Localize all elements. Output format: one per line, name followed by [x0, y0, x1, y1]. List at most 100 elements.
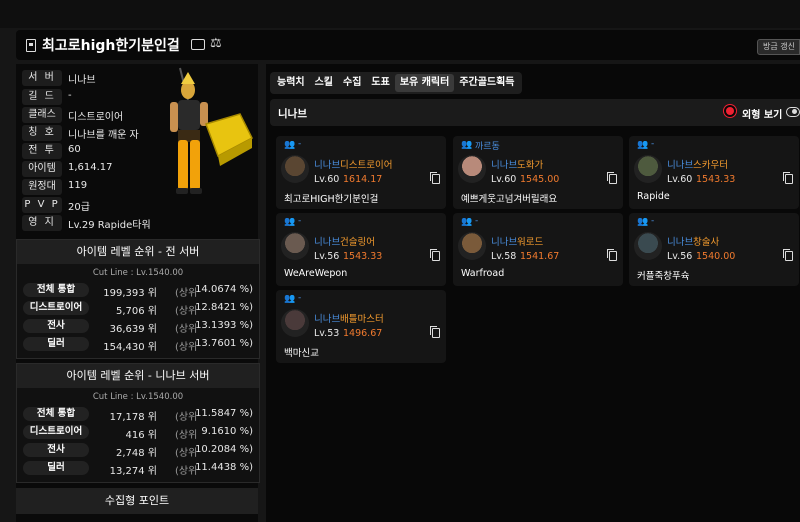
refresh-button[interactable]: 방금 갱신 [757, 39, 800, 55]
info-label: 칭 호 [22, 125, 62, 141]
character-nickname: 커플죽창푸슉 [637, 271, 690, 282]
character-class: 창술사 [693, 237, 720, 248]
tab-weekly-gold[interactable]: 주간골드획득 [454, 72, 519, 94]
tab-characters[interactable]: 보유 캐릭터 [394, 74, 455, 92]
character-server: 니나브 [491, 160, 518, 171]
group-icon: 👥 [637, 140, 649, 150]
rank-row: 딜러 154,430 위 (상위 13.7601 %) [17, 337, 259, 353]
character-level: Lv.60 [667, 174, 693, 185]
rank-prefix: (상위 [175, 448, 198, 459]
copy-icon[interactable] [607, 249, 617, 261]
group-name: 까르동 [475, 142, 500, 152]
character-card[interactable]: 👥 - 니나브 스카우터 Lv.60 1543.33 Rapide [629, 136, 799, 209]
character-server: 니나브 [491, 237, 518, 248]
rank-prefix: (상위 [175, 466, 198, 477]
info-value: 디스트로이어 [68, 112, 124, 123]
rank-label: 전체 통합 [23, 283, 89, 297]
character-class: 배틀마스터 [340, 314, 384, 325]
copy-icon[interactable] [430, 326, 440, 338]
toggle-icon[interactable] [786, 107, 800, 117]
top-bar [0, 0, 800, 28]
rank-percent: 11.5847 %) [195, 408, 253, 419]
character-class: 건슬링어 [340, 237, 375, 248]
tab-charts[interactable]: 도표 [366, 72, 394, 94]
rank-percent: 9.1610 %) [201, 426, 253, 437]
rank-row: 전사 2,748 위 (상위 10.2084 %) [17, 443, 259, 459]
server-section-header: 니나브 외형 보기 [270, 99, 800, 126]
character-nickname: 백마신교 [284, 348, 319, 359]
rank-all-servers: 아이템 레벨 순위 - 전 서버 Cut Line : Lv.1540.00 전… [16, 239, 260, 359]
rank-prefix: (상위 [175, 342, 198, 353]
group-name: - [651, 139, 655, 149]
rank-row: 딜러 13,274 위 (상위 11.4438 %) [17, 461, 259, 477]
rank-percent: 13.7601 %) [195, 338, 253, 349]
rank-label: 전체 통합 [23, 407, 89, 421]
info-value: 니나브를 깨운 자 [68, 130, 139, 141]
character-item-level: 1545.00 [520, 174, 560, 185]
character-item-level: 1496.67 [343, 328, 383, 339]
character-avatar [634, 155, 662, 183]
copy-icon[interactable] [783, 249, 793, 261]
character-item-level: 1541.67 [520, 251, 560, 262]
rank-number: 5,706 위 [115, 306, 157, 317]
tab-skills[interactable]: 스킬 [310, 72, 338, 94]
character-item-level: 1540.00 [696, 251, 736, 262]
group-icon: 👥 [637, 217, 649, 227]
group-icon: 👥 [284, 140, 296, 150]
group-name: - [475, 216, 479, 226]
rank-label: 전사 [23, 443, 89, 457]
info-label: 전 투 [22, 143, 62, 159]
tab-stats[interactable]: 능력치 [272, 72, 310, 94]
group-name: - [298, 293, 302, 303]
rank-number: 2,748 위 [115, 448, 157, 459]
profile-panel: 서 버 니나브 길 드 - 클래스 디스트로이어 칭 호 니나브를 깨운 자 전… [16, 64, 260, 522]
look-toggle-label[interactable]: 외형 보기 [742, 106, 782, 121]
character-level: Lv.53 [314, 328, 340, 339]
rank-row: 전사 36,639 위 (상위 13.1393 %) [17, 319, 259, 335]
rank-row: 전체 통합 199,393 위 (상위 14.0674 %) [17, 283, 259, 299]
rank-prefix: (상위 [175, 288, 198, 299]
character-nickname: Warfroad [461, 268, 505, 279]
tab-collection[interactable]: 수집 [338, 72, 366, 94]
info-label: 서 버 [22, 70, 62, 86]
copy-icon[interactable] [430, 249, 440, 261]
character-card[interactable]: 👥 - 니나브 건슬링어 Lv.56 1543.33 WeAreWepon [276, 213, 446, 286]
character-class: 워로드 [517, 237, 544, 248]
rank-percent: 13.1393 %) [195, 320, 253, 331]
rank-number: 199,393 위 [103, 288, 157, 299]
rank-percent: 14.0674 %) [195, 284, 253, 295]
character-card[interactable]: 👥 - 니나브 창술사 Lv.56 1540.00 커플죽창푸슉 [629, 213, 799, 286]
collect-points-title: 수집형 포인트 [16, 488, 258, 514]
rank-percent: 12.8421 %) [195, 302, 253, 313]
character-card[interactable]: 👥 - 니나브 워로드 Lv.58 1541.67 Warfroad [453, 213, 623, 286]
character-item-level: 1614.17 [343, 174, 383, 185]
character-level: Lv.56 [667, 251, 693, 262]
copy-icon[interactable] [783, 172, 793, 184]
character-card[interactable]: 👥 - 니나브 배틀마스터 Lv.53 1496.67 백마신교 [276, 290, 446, 363]
character-card[interactable]: 👥 - 니나브 디스트로이어 Lv.60 1614.17 최고로HIGH한기분인걸 [276, 136, 446, 209]
rank-prefix: (상위 [175, 430, 198, 441]
character-header: 최고로high한기분인걸 ⚖ 방금 갱신 [16, 30, 800, 60]
group-name: - [298, 139, 302, 149]
character-nickname: WeAreWepon [284, 268, 348, 279]
bookmark-icon[interactable] [26, 39, 36, 52]
rank-row: 디스트로이어 5,706 위 (상위 12.8421 %) [17, 301, 259, 317]
character-nickname: 최고로HIGH한기분인걸 [284, 194, 379, 205]
info-value: 119 [68, 180, 88, 191]
info-value: 60 [68, 144, 81, 155]
character-level: Lv.56 [314, 251, 340, 262]
info-label: 클래스 [22, 107, 62, 123]
rank-percent: 10.2084 %) [195, 444, 253, 455]
copy-icon[interactable] [607, 172, 617, 184]
rank-all-cutline: Cut Line : Lv.1540.00 [92, 268, 184, 278]
character-card[interactable]: 👥 까르동 니나브 도화가 Lv.60 1545.00 예쁘게웃고넘겨버릴래요 [453, 136, 623, 209]
character-avatar [458, 155, 486, 183]
info-label: 길 드 [22, 89, 62, 105]
character-server: 니나브 [314, 160, 341, 171]
scale-icon[interactable]: ⚖ [210, 36, 222, 51]
rank-number: 36,639 위 [109, 324, 157, 335]
character-level: Lv.60 [314, 174, 340, 185]
copy-icon[interactable] [430, 172, 440, 184]
character-item-level: 1543.33 [696, 174, 736, 185]
id-card-icon[interactable] [191, 39, 205, 50]
